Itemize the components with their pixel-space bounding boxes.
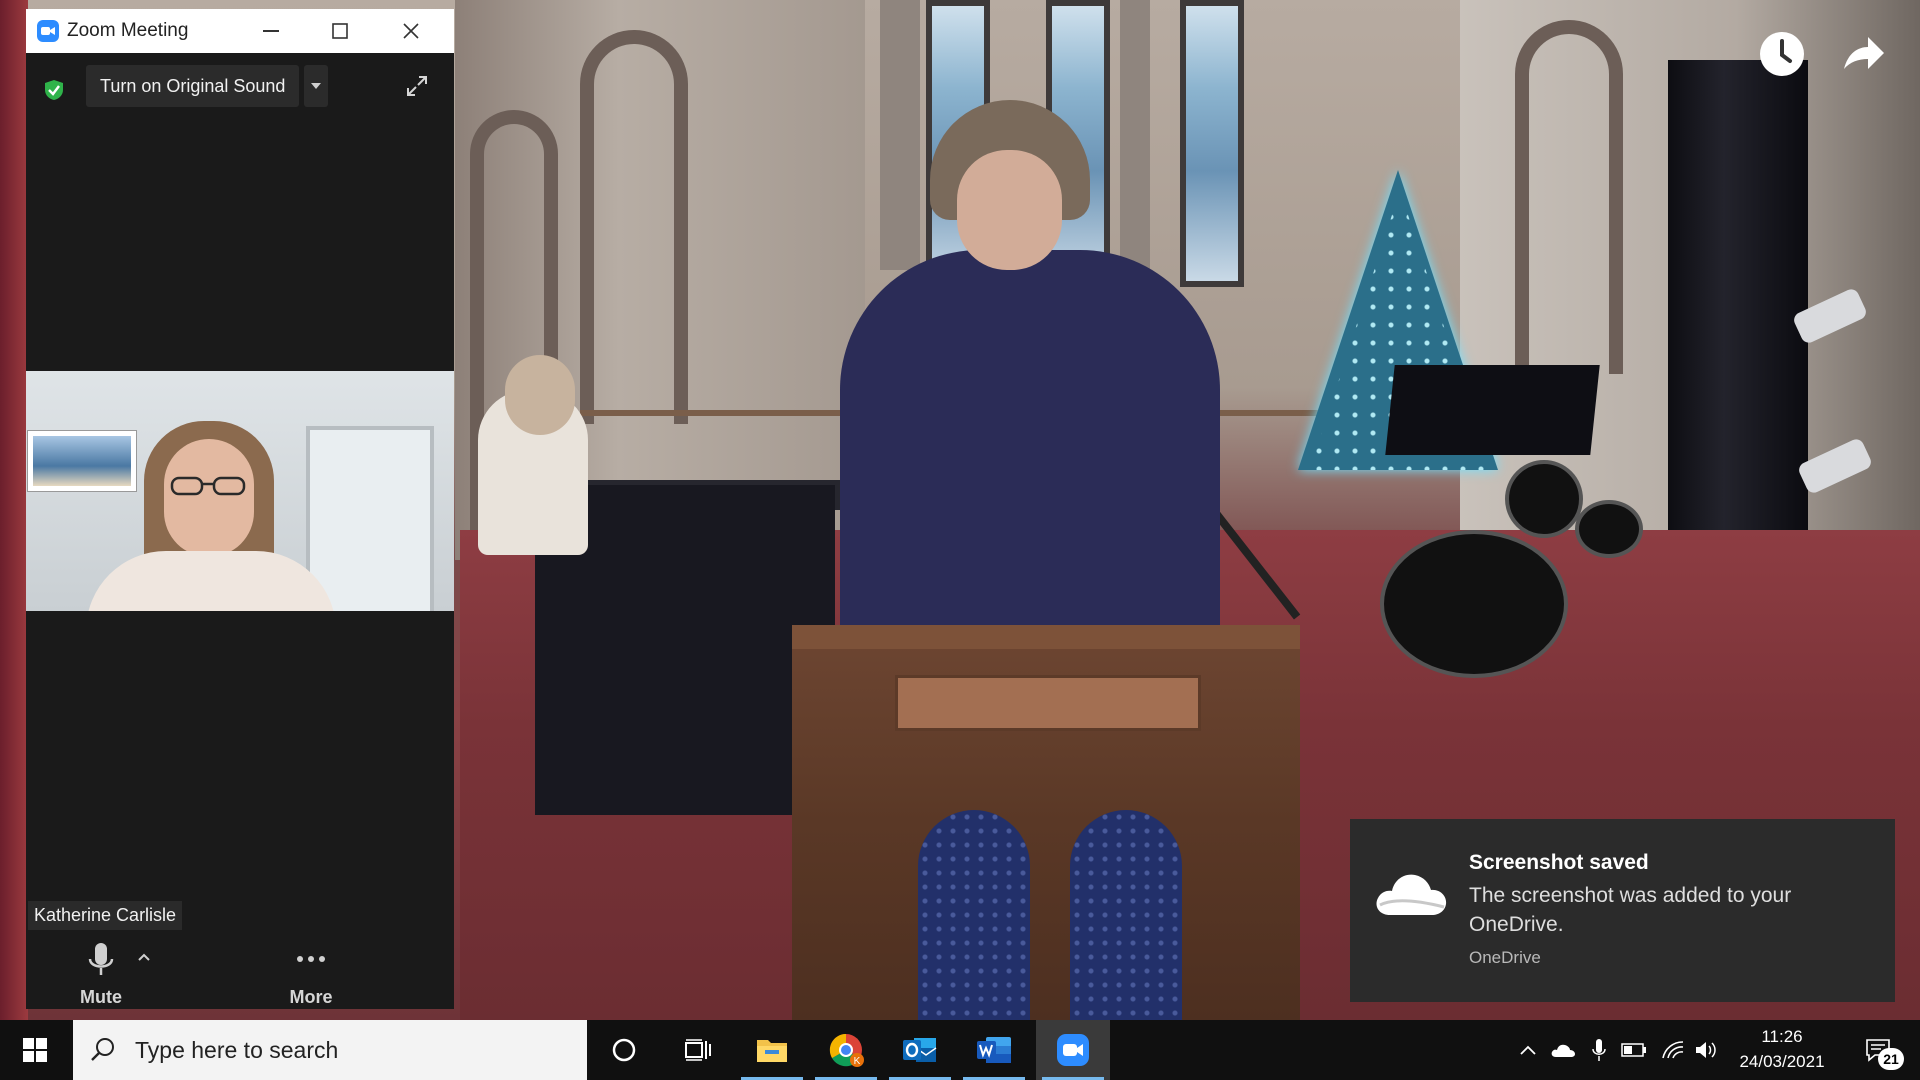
original-sound-label: Turn on Original Sound bbox=[100, 75, 286, 96]
bass-drum bbox=[1380, 530, 1568, 678]
stained-glass-window bbox=[1180, 0, 1244, 287]
lectern-plaque bbox=[895, 675, 1201, 731]
taskbar-clock[interactable]: 11:26 24/03/2021 bbox=[1722, 1024, 1842, 1074]
chevron-up-icon[interactable] bbox=[1514, 1037, 1542, 1063]
speaker-face bbox=[957, 150, 1062, 270]
lectern-arch bbox=[918, 810, 1030, 1020]
mute-button[interactable]: Mute bbox=[66, 939, 136, 1009]
clock-time: 11:26 bbox=[1761, 1027, 1803, 1046]
participant-body bbox=[86, 551, 336, 611]
participant-name-label: Katherine Carlisle bbox=[28, 901, 183, 930]
music-stand bbox=[1385, 365, 1600, 455]
onedrive-toast[interactable]: Screenshot saved The screenshot was adde… bbox=[1350, 819, 1895, 1002]
banner-strip bbox=[0, 0, 28, 1020]
cortana-icon[interactable] bbox=[587, 1020, 661, 1080]
speaker-person bbox=[840, 250, 1220, 680]
toast-source: OneDrive bbox=[1469, 948, 1541, 967]
participant-face bbox=[164, 439, 254, 557]
pillar bbox=[1120, 0, 1150, 300]
minimize-icon[interactable] bbox=[236, 9, 306, 53]
word-icon[interactable] bbox=[957, 1020, 1031, 1080]
zoom-app-icon[interactable] bbox=[1036, 1020, 1110, 1080]
expand-icon[interactable] bbox=[406, 75, 428, 102]
onedrive-icon[interactable] bbox=[1549, 1037, 1577, 1063]
arch bbox=[1515, 20, 1623, 374]
svg-text:K: K bbox=[854, 1056, 861, 1067]
task-view-icon[interactable] bbox=[661, 1020, 735, 1080]
speaker-icon[interactable] bbox=[1692, 1037, 1720, 1063]
taskbar-search-box[interactable]: Type here to search bbox=[73, 1020, 587, 1080]
zoom-meeting-window: Zoom Meeting Turn on Original Sound Kath… bbox=[26, 9, 454, 1009]
outlook-icon[interactable] bbox=[883, 1020, 957, 1080]
tom-drum bbox=[1505, 460, 1583, 538]
pianist-head bbox=[505, 355, 575, 435]
maximize-icon[interactable] bbox=[305, 9, 375, 53]
tom-drum bbox=[1575, 500, 1643, 558]
toast-title: Screenshot saved bbox=[1469, 851, 1649, 874]
chrome-icon[interactable]: K bbox=[809, 1020, 883, 1080]
arch bbox=[580, 30, 688, 424]
pillar bbox=[880, 0, 920, 270]
zoom-top-toolbar: Turn on Original Sound bbox=[26, 65, 454, 115]
chevron-down-icon[interactable] bbox=[304, 65, 328, 107]
lectern-top bbox=[792, 625, 1300, 649]
door bbox=[306, 426, 434, 611]
original-sound-button[interactable]: Turn on Original Sound bbox=[86, 65, 300, 107]
title-bar[interactable]: Zoom Meeting bbox=[26, 9, 454, 53]
microphone-icon[interactable] bbox=[1585, 1037, 1613, 1063]
share-arrow-icon[interactable] bbox=[1840, 31, 1886, 77]
wifi-icon[interactable] bbox=[1659, 1037, 1687, 1063]
more-label: More bbox=[289, 987, 333, 1007]
shield-check-icon[interactable] bbox=[44, 79, 64, 106]
clock-icon[interactable] bbox=[1759, 31, 1805, 77]
close-icon[interactable] bbox=[376, 9, 446, 53]
more-dots-icon bbox=[297, 956, 325, 962]
notification-count: 21 bbox=[1878, 1048, 1904, 1070]
search-icon bbox=[91, 1038, 114, 1061]
glasses bbox=[170, 476, 246, 496]
chevron-up-icon[interactable] bbox=[134, 947, 154, 967]
battery-icon[interactable] bbox=[1620, 1037, 1648, 1063]
zoom-logo-icon bbox=[37, 20, 59, 42]
more-button[interactable]: More bbox=[276, 939, 346, 1009]
wall-picture bbox=[28, 431, 136, 491]
lectern-arch bbox=[1070, 810, 1182, 1020]
toast-body: The screenshot was added to your OneDriv… bbox=[1469, 884, 1792, 936]
clock-date: 24/03/2021 bbox=[1739, 1052, 1825, 1071]
windows-start-icon[interactable] bbox=[0, 1020, 70, 1080]
onedrive-cloud-icon bbox=[1372, 865, 1448, 922]
window-title: Zoom Meeting bbox=[67, 20, 189, 41]
microphone-icon bbox=[88, 943, 114, 975]
file-explorer-icon[interactable] bbox=[735, 1020, 809, 1080]
participant-video-thumbnail[interactable] bbox=[26, 371, 454, 611]
windows-taskbar: Type here to search K 11:26 24/03/2021 2… bbox=[0, 1020, 1920, 1080]
search-placeholder: Type here to search bbox=[135, 1036, 339, 1063]
mute-label: Mute bbox=[80, 987, 122, 1007]
action-center-icon[interactable]: 21 bbox=[1848, 1020, 1908, 1080]
